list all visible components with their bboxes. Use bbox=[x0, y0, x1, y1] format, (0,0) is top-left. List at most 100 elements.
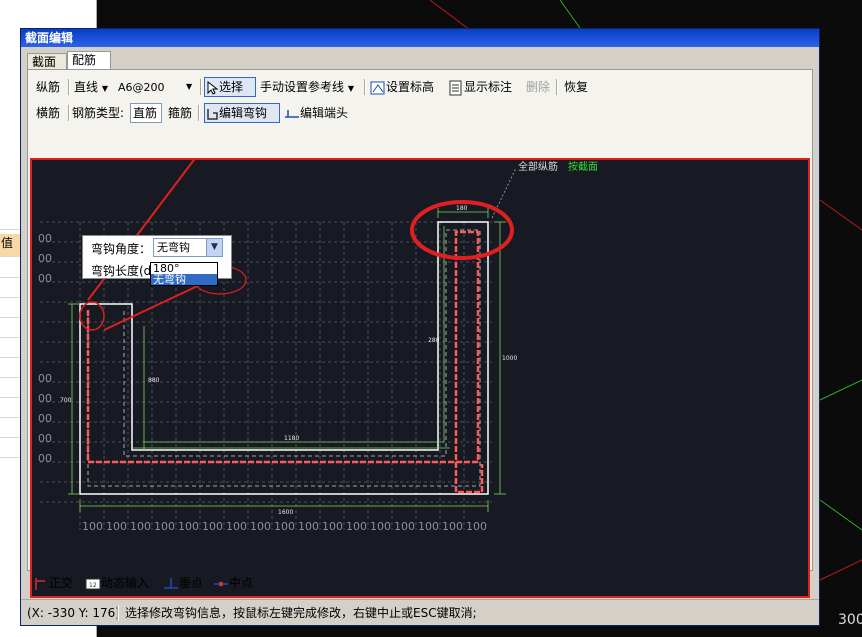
dropdown-arrow-icon: ▼ bbox=[347, 84, 354, 93]
grid-label: 100 bbox=[322, 520, 343, 533]
edit-hook-button[interactable]: 编辑弯钩 bbox=[204, 103, 280, 123]
status-bar: (X: -330 Y: 176) 选择修改弯钩信息，按鼠标左键完成修改，右键中止… bbox=[21, 599, 819, 626]
separator bbox=[68, 79, 70, 95]
list-item[interactable] bbox=[0, 210, 22, 230]
set-elevation-button[interactable]: 设置标高 bbox=[370, 76, 434, 98]
separator bbox=[198, 105, 200, 121]
toolbar-row-1: 纵筋 直线 ▼ A6@200 ▼ 选择 手动设置参考线 ▼ 设置标高 显示标注 删… bbox=[34, 76, 804, 98]
grid-label: 100 bbox=[130, 520, 151, 533]
dynamic-input-icon: 12 bbox=[85, 578, 101, 589]
grid-label: 100 bbox=[442, 520, 463, 533]
grid-label: 100 bbox=[154, 520, 175, 533]
grid-label: 00 bbox=[38, 432, 52, 445]
svg-text:12: 12 bbox=[89, 582, 97, 589]
edit-end-button[interactable]: 编辑端头 bbox=[284, 102, 348, 124]
grid-label: 00 bbox=[38, 272, 52, 285]
elevation-icon bbox=[370, 81, 385, 94]
list-item[interactable] bbox=[0, 418, 22, 438]
chevron-down-icon[interactable]: ▼ bbox=[206, 239, 222, 256]
ortho-toggle[interactable]: 正交 bbox=[33, 572, 73, 594]
separator bbox=[556, 79, 558, 95]
list-item[interactable] bbox=[0, 298, 22, 318]
spec-value: A6@200 bbox=[118, 81, 165, 94]
manual-ref-line-dropdown[interactable]: 手动设置参考线 ▼ bbox=[260, 76, 354, 98]
list-item[interactable] bbox=[0, 278, 22, 298]
section-drawing[interactable]: 00 00 00 00 00 00 00 00 100 100 100 100 … bbox=[32, 135, 808, 596]
annotation-ellipse bbox=[79, 301, 105, 331]
tab-section[interactable]: 截面 bbox=[27, 53, 67, 69]
grid-label: 100 bbox=[202, 520, 223, 533]
hook-length-label: 弯钩长度(d) bbox=[91, 264, 156, 278]
dialog-title[interactable]: 截面编辑 bbox=[21, 29, 819, 47]
grid-label: 100 bbox=[82, 520, 103, 533]
separator bbox=[117, 605, 119, 621]
grid-label: 100 bbox=[250, 520, 271, 533]
list-item[interactable] bbox=[0, 378, 22, 398]
grid-label: 00 bbox=[38, 412, 52, 425]
grid-label: 100 bbox=[394, 520, 415, 533]
grid-label: 100 bbox=[298, 520, 319, 533]
tab-reinforcement[interactable]: 配筋 bbox=[67, 51, 111, 70]
horizontal-rebar-label: 横筋 bbox=[36, 106, 61, 120]
grid-label: 100 bbox=[226, 520, 247, 533]
separator bbox=[200, 79, 202, 95]
perpendicular-label: 垂点 bbox=[179, 576, 204, 590]
list-item[interactable] bbox=[0, 318, 22, 338]
hook-angle-label: 弯钩角度： bbox=[91, 242, 152, 256]
grid-labels-bottom: 100 100 100 100 100 100 100 100 100 100 … bbox=[82, 520, 487, 533]
grid-label: 100 bbox=[370, 520, 391, 533]
grid-label: 100 bbox=[466, 520, 487, 533]
rebar-note-white: 全部纵筋 bbox=[518, 160, 558, 173]
grid-label: 100 bbox=[418, 520, 439, 533]
longitudinal-rebar-label: 纵筋 bbox=[36, 80, 61, 94]
stirrup-button[interactable]: 箍筋 bbox=[168, 102, 192, 124]
delete-button[interactable]: 删除 bbox=[526, 76, 550, 98]
option-no-hook[interactable]: 无弯钩 bbox=[151, 274, 217, 285]
cursor-arrow-icon bbox=[207, 80, 219, 95]
dim-label-1180: 1180 bbox=[284, 435, 299, 442]
list-item[interactable] bbox=[0, 358, 22, 378]
list-item-highlight[interactable]: 值 bbox=[0, 234, 22, 257]
ortho-label: 正交 bbox=[49, 576, 74, 590]
rebar-note-green: 按截面 bbox=[568, 160, 598, 173]
show-dimension-button[interactable]: 显示标注 bbox=[448, 76, 512, 98]
perpendicular-icon bbox=[164, 577, 178, 589]
spec-dropdown[interactable]: A6@200 ▼ bbox=[118, 76, 198, 98]
list-item[interactable] bbox=[0, 438, 22, 458]
list-item[interactable] bbox=[0, 338, 22, 358]
list-item[interactable] bbox=[0, 258, 22, 278]
grid-label: 100 bbox=[346, 520, 367, 533]
midpoint-icon bbox=[214, 581, 228, 586]
dim-label-700: 700 bbox=[60, 397, 72, 404]
manual-ref-label: 手动设置参考线 bbox=[260, 80, 345, 94]
hook-angle-dropdown[interactable]: 无弯钩 ▼ bbox=[153, 238, 223, 257]
perpendicular-snap-toggle[interactable]: 垂点 bbox=[163, 572, 203, 594]
grid-label: 00 bbox=[38, 452, 52, 465]
section-edit-dialog: 截面编辑 截面 配筋 纵筋 直线 ▼ A6@200 ▼ 选择 手动设置参考线 ▼ … bbox=[20, 28, 820, 626]
ortho-icon bbox=[35, 577, 45, 590]
show-dimension-label: 显示标注 bbox=[464, 80, 513, 94]
list-item[interactable] bbox=[0, 398, 22, 418]
restore-button[interactable]: 恢复 bbox=[564, 76, 588, 98]
bar-type-label: 钢筋类型: bbox=[72, 106, 125, 120]
grid-label: 00 bbox=[38, 392, 52, 405]
midpoint-snap-toggle[interactable]: 中点 bbox=[213, 572, 253, 594]
midpoint-label: 中点 bbox=[229, 576, 254, 590]
section-drawing-canvas[interactable]: 00 00 00 00 00 00 00 00 100 100 100 100 … bbox=[30, 135, 810, 598]
dynamic-input-toggle[interactable]: 12 动态输入 bbox=[85, 572, 149, 594]
select-button[interactable]: 选择 bbox=[204, 77, 256, 97]
cursor-coordinates: (X: -330 Y: 176) bbox=[27, 606, 120, 620]
hook-icon bbox=[207, 108, 218, 120]
dimension-icon bbox=[449, 80, 462, 95]
select-label: 选择 bbox=[219, 80, 244, 94]
corner-label: 300 bbox=[838, 612, 862, 628]
line-type-value: 直线 bbox=[74, 80, 99, 94]
end-edit-icon bbox=[285, 109, 299, 118]
grid-label: 00 bbox=[38, 232, 52, 245]
edit-end-label: 编辑端头 bbox=[300, 106, 349, 120]
grid-label: 100 bbox=[274, 520, 295, 533]
straight-bar-button[interactable]: 直筋 bbox=[130, 103, 162, 123]
line-type-dropdown[interactable]: 直线 ▼ bbox=[74, 76, 108, 98]
status-message: 选择修改弯钩信息，按鼠标左键完成修改，右键中止或ESC键取消; bbox=[125, 606, 477, 620]
dim-label-880: 880 bbox=[148, 377, 160, 384]
